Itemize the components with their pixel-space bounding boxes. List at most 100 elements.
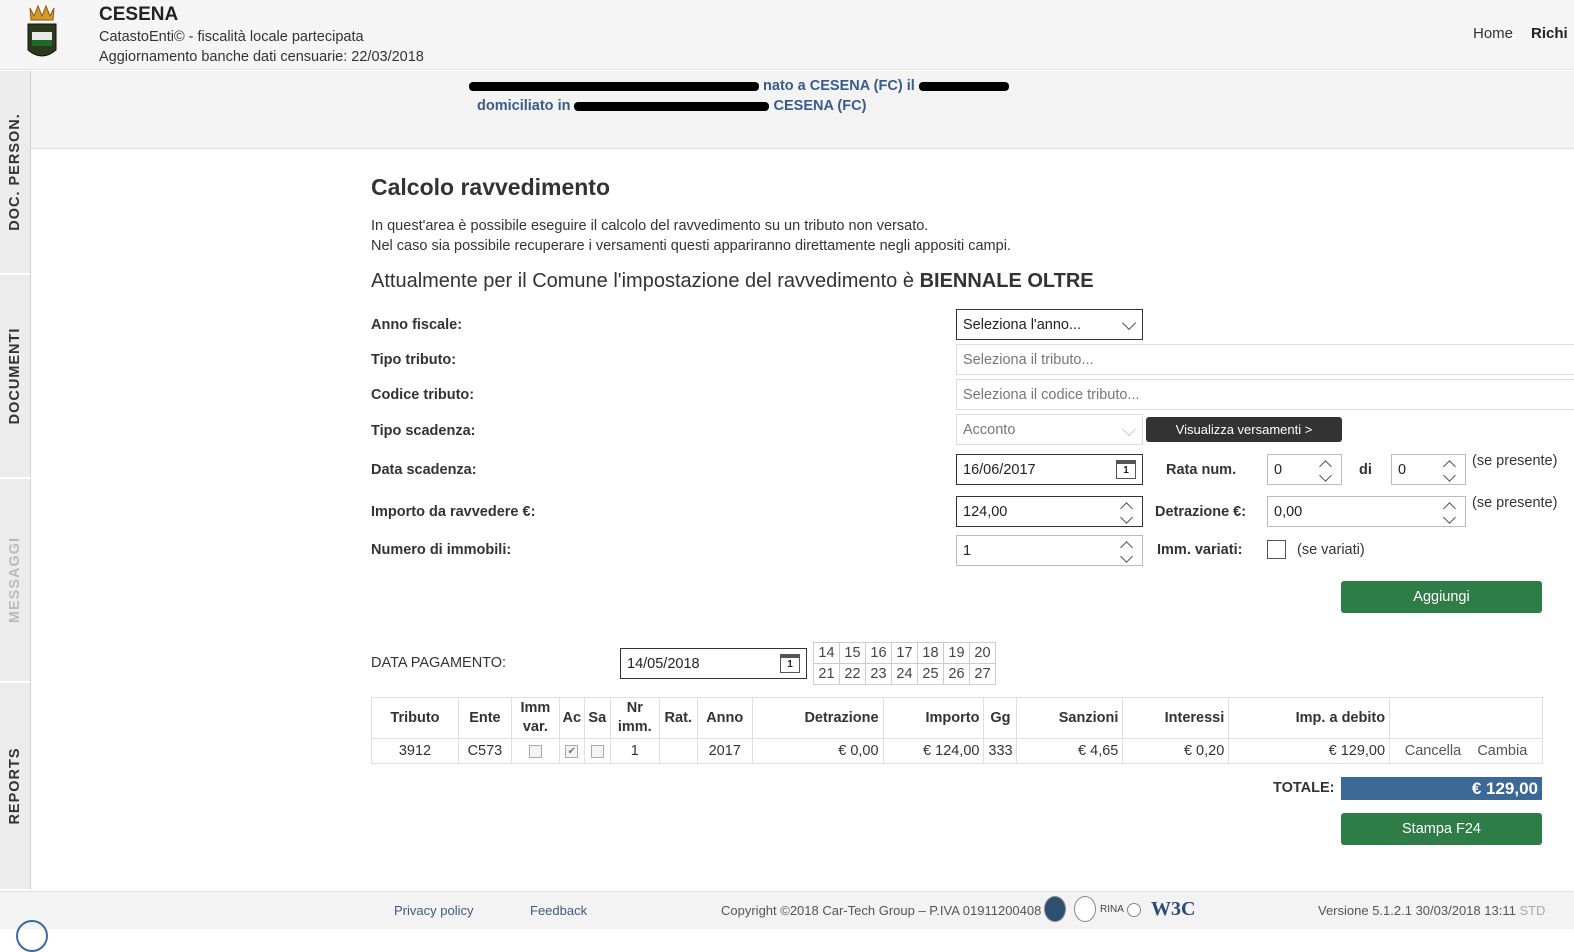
tipo-tributo-select[interactable]: Seleziona il tributo... [956, 344, 1574, 375]
redacted-address [574, 101, 770, 111]
day-cell[interactable]: 24 [891, 663, 918, 685]
acconto-checkbox-checked: ✔ [565, 744, 579, 758]
cell-gg: 333 [983, 738, 1018, 764]
version-info: Versione 5.1.2.1 30/03/2018 13:11 STD [1318, 903, 1546, 918]
page-footer: Privacy policy Feedback Copyright ©2018 … [0, 891, 1574, 952]
accredia-icon [1074, 896, 1096, 922]
tipo-scadenza-select[interactable]: Acconto [956, 414, 1143, 445]
user-address-line: domiciliato in CESENA (FC) [477, 98, 867, 114]
cell-sanzioni: € 4,65 [1016, 738, 1124, 764]
env-label: STD [1519, 903, 1546, 918]
rata-di-label: di [1359, 462, 1372, 478]
stepper-icon[interactable] [1315, 457, 1337, 483]
redacted-birthdate [918, 81, 1009, 91]
codice-tributo-select[interactable]: Seleziona il codice tributo... [956, 379, 1574, 410]
rata-total-input[interactable]: 0 [1391, 454, 1466, 485]
totale-label: TOTALE: [1273, 780, 1335, 796]
ravvedimento-setting-value: BIENNALE OLTRE [919, 270, 1094, 292]
col-anno: Anno [696, 697, 753, 739]
table-row: 3912 C573 ✔ 1 2017 € 0,00 € 124,00 333 €… [371, 738, 1543, 764]
table-header-row: Tributo Ente Imm var. Ac Sa Nr imm. Rat. A… [371, 697, 1543, 739]
app-name: CESENA [99, 4, 179, 25]
col-nr-imm: Nr imm. [609, 697, 660, 739]
cell-anno: 2017 [696, 738, 753, 764]
data-pagamento-input[interactable]: 14/05/2018 1 [620, 648, 807, 679]
tipo-scadenza-label: Tipo scadenza: [371, 423, 476, 439]
stepper-icon[interactable] [1439, 499, 1461, 525]
side-tabs: DOC. PERSON. DOCUMENTI MESSAGGI REPORTS [0, 71, 31, 891]
col-sanzioni: Sanzioni [1016, 697, 1124, 739]
data-scadenza-input[interactable]: 16/06/2017 1 [956, 454, 1143, 485]
rina-seal-icon [1127, 903, 1141, 917]
aggiungi-button[interactable]: Aggiungi [1341, 581, 1542, 613]
stampa-f24-button[interactable]: Stampa F24 [1341, 813, 1542, 845]
detrazione-input[interactable]: 0,00 [1267, 496, 1466, 527]
day-cell[interactable]: 23 [865, 663, 892, 685]
day-cell[interactable]: 20 [969, 642, 996, 664]
stepper-icon[interactable] [1116, 538, 1138, 564]
day-cell[interactable]: 19 [943, 642, 970, 664]
detrazione-label: Detrazione €: [1155, 504, 1247, 520]
tab-messaggi[interactable]: MESSAGGI [0, 479, 31, 682]
visualizza-versamenti-button[interactable]: Visualizza versamenti > [1146, 417, 1342, 442]
app-subtitle: CatastoEnti© - fiscalità locale partecip… [99, 29, 364, 45]
day-cell[interactable]: 18 [917, 642, 944, 664]
cell-rat [658, 738, 698, 764]
w3c-logo: W3C [1151, 898, 1196, 920]
col-rat: Rat. [658, 697, 698, 739]
anno-fiscale-label: Anno fiscale: [371, 317, 463, 333]
col-gg: Gg [983, 697, 1018, 739]
cancella-link[interactable]: Cancella [1405, 743, 1461, 759]
cell-nr-imm: 1 [609, 738, 660, 764]
rata-se-presente-note: (se presente) [1472, 453, 1558, 469]
importo-input[interactable]: 124,00 [956, 496, 1143, 527]
stepper-icon[interactable] [1439, 457, 1461, 483]
rata-num-input[interactable]: 0 [1267, 454, 1342, 485]
numero-immobili-input[interactable]: 1 [956, 535, 1143, 566]
day-cell[interactable]: 25 [917, 663, 944, 685]
day-cell[interactable]: 26 [943, 663, 970, 685]
imm-variati-checkbox[interactable] [1267, 540, 1286, 559]
page-title: Calcolo ravvedimento [371, 174, 611, 200]
city-crest-icon [27, 4, 57, 57]
app-header: CESENA CatastoEnti© - fiscalità locale p… [0, 0, 1574, 70]
tab-documenti[interactable]: DOCUMENTI [0, 275, 31, 478]
database-update-info: Aggiornamento banche dati censuarie: 22/… [99, 49, 424, 65]
col-interessi: Interessi [1122, 697, 1230, 739]
col-sa: Sa [583, 697, 611, 739]
day-cell[interactable]: 14 [813, 642, 840, 664]
cell-detrazione: € 0,00 [751, 738, 884, 764]
day-cell[interactable]: 27 [969, 663, 996, 685]
feedback-link[interactable]: Feedback [530, 903, 587, 918]
calendar-icon[interactable]: 1 [780, 654, 800, 673]
cell-imp-debito: € 129,00 [1228, 738, 1391, 764]
stepper-icon[interactable] [1116, 499, 1138, 525]
imm-variati-label: Imm. variati: [1157, 542, 1243, 558]
calendar-icon[interactable]: 1 [1116, 460, 1136, 479]
day-cell[interactable]: 21 [813, 663, 840, 685]
intro-text-2: Nel caso sia possibile recuperare i vers… [371, 238, 1011, 254]
redacted-name [469, 81, 759, 91]
detrazione-se-presente-note: (se presente) [1472, 495, 1558, 511]
nav-richieste-link[interactable]: Richi [1531, 25, 1568, 42]
certification-seal-icon [1044, 896, 1066, 922]
tab-reports[interactable]: REPORTS [0, 683, 31, 890]
day-cell[interactable]: 22 [839, 663, 866, 685]
copyright-text: Copyright ©2018 Car-Tech Group – P.IVA 0… [721, 903, 1042, 918]
anno-fiscale-select[interactable]: Seleziona l'anno... [956, 309, 1143, 340]
cambia-link[interactable]: Cambia [1477, 743, 1527, 759]
cell-interessi: € 0,20 [1122, 738, 1230, 764]
cell-importo: € 124,00 [882, 738, 985, 764]
data-pagamento-label: DATA PAGAMENTO: [371, 655, 507, 671]
nav-home-link[interactable]: Home [1473, 25, 1513, 42]
help-chat-icon[interactable] [16, 920, 48, 952]
day-cell[interactable]: 17 [891, 642, 918, 664]
ravvedimento-table: Tributo Ente Imm var. Ac Sa Nr imm. Rat. A… [371, 697, 1543, 764]
day-cell[interactable]: 16 [865, 642, 892, 664]
privacy-policy-link[interactable]: Privacy policy [394, 903, 473, 918]
day-cell[interactable]: 15 [839, 642, 866, 664]
tab-doc-person[interactable]: DOC. PERSON. [0, 71, 31, 274]
codice-tributo-label: Codice tributo: [371, 387, 475, 403]
totale-value: € 129,00 [1341, 777, 1542, 800]
imm-var-checkbox [528, 744, 542, 758]
